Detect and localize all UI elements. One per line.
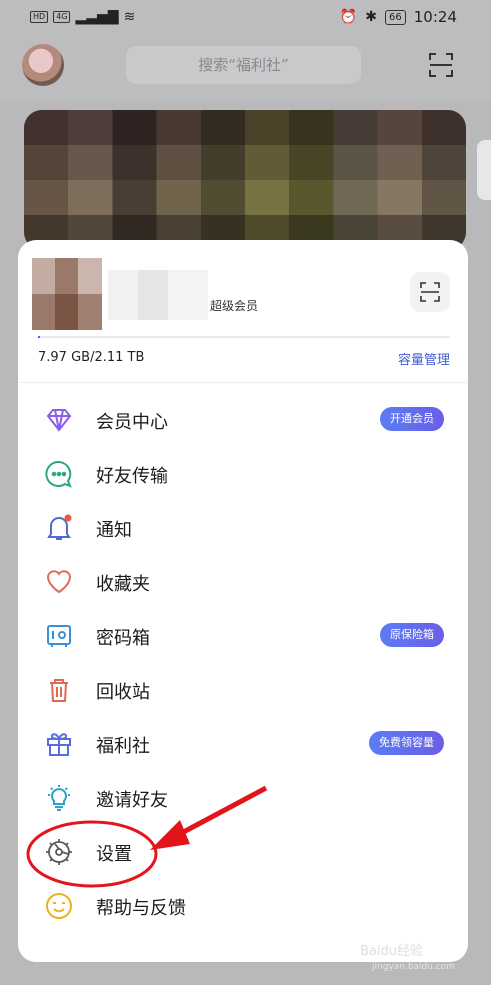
menu-item-safe-box[interactable]: 密码箱 原保险箱 [18,608,468,662]
menu-label: 密码箱 [96,628,150,649]
avatar[interactable] [22,44,64,86]
menu-label: 会员中心 [96,412,168,433]
banner-image[interactable] [24,110,466,250]
menu-label: 福利社 [96,736,150,757]
storage-progress-bar [38,336,450,338]
scan-icon[interactable] [428,52,454,78]
top-header: 搜索“福利社” [0,34,491,100]
search-input[interactable]: 搜索“福利社” [126,46,361,84]
original-safe-badge[interactable]: 原保险箱 [380,623,444,647]
alarm-icon: ⏰ [339,9,358,25]
watermark-url: jingyan.baidu.com [372,962,456,972]
menu-label: 好友传输 [96,466,168,487]
account-summary: 超级会员 7.97 GB/2.11 TB 容量管理 [18,240,468,382]
free-capacity-button[interactable]: 免费领容量 [369,731,444,755]
network-indicator: 4G [53,11,71,23]
divider [18,382,468,383]
safe-icon [47,625,71,647]
menu-list: 会员中心 开通会员 好友传输 通知 收藏夹 密码箱 原保险箱 回收站 福利社 免… [18,392,468,932]
watermark-logo: Baidu经验 [360,944,423,959]
storage-usage: 7.97 GB/2.11 TB [38,350,145,365]
bluetooth-icon: ✱ [365,9,378,25]
menu-label: 邀请好友 [96,790,168,811]
storage-manage-link[interactable]: 容量管理 [398,349,450,368]
menu-label: 设置 [96,844,132,865]
menu-item-member-center[interactable]: 会员中心 开通会员 [18,392,468,446]
username-blurred [108,270,208,320]
menu-item-help-feedback[interactable]: 帮助与反馈 [18,878,468,932]
status-bar: HD 4G ▂▃▅▇ ≋ ⏰ ✱ 66 10:24 [0,0,491,34]
wifi-icon: ≋ [123,9,136,25]
vip-label: 超级会员 [210,299,259,313]
gear-icon [46,839,72,865]
gift-icon [47,733,71,756]
trash-icon [50,679,68,702]
smiley-icon [46,893,72,919]
signal-icon: ▂▃▅▇ [75,9,119,25]
lightbulb-icon [48,785,70,811]
hd-indicator: HD [30,11,49,23]
menu-item-notifications[interactable]: 通知 [18,500,468,554]
battery-indicator: 66 [385,9,406,25]
menu-item-recycle-bin[interactable]: 回收站 [18,662,468,716]
menu-label: 通知 [96,520,132,541]
menu-item-invite-friends[interactable]: 邀请好友 [18,770,468,824]
scan-button[interactable] [410,272,450,312]
scan-icon [420,282,440,302]
menu-item-welfare[interactable]: 福利社 免费领容量 [18,716,468,770]
chat-bubble-icon [45,460,72,488]
menu-item-favorites[interactable]: 收藏夹 [18,554,468,608]
menu-label: 帮助与反馈 [96,898,186,919]
menu-label: 回收站 [96,682,150,703]
menu-item-settings[interactable]: 设置 [18,824,468,878]
profile-menu-card: 超级会员 7.97 GB/2.11 TB 容量管理 会员中心 开通会员 好友传输… [18,240,468,962]
menu-label: 收藏夹 [96,574,150,595]
open-membership-button[interactable]: 开通会员 [380,407,444,431]
user-avatar[interactable] [32,258,102,330]
bell-icon [47,514,72,540]
side-tab [477,140,491,200]
menu-item-friend-transfer[interactable]: 好友传输 [18,446,468,500]
storage-progress-fill [38,336,40,338]
clock: 10:24 [413,8,457,26]
diamond-icon [46,409,72,432]
heart-icon [46,570,72,594]
